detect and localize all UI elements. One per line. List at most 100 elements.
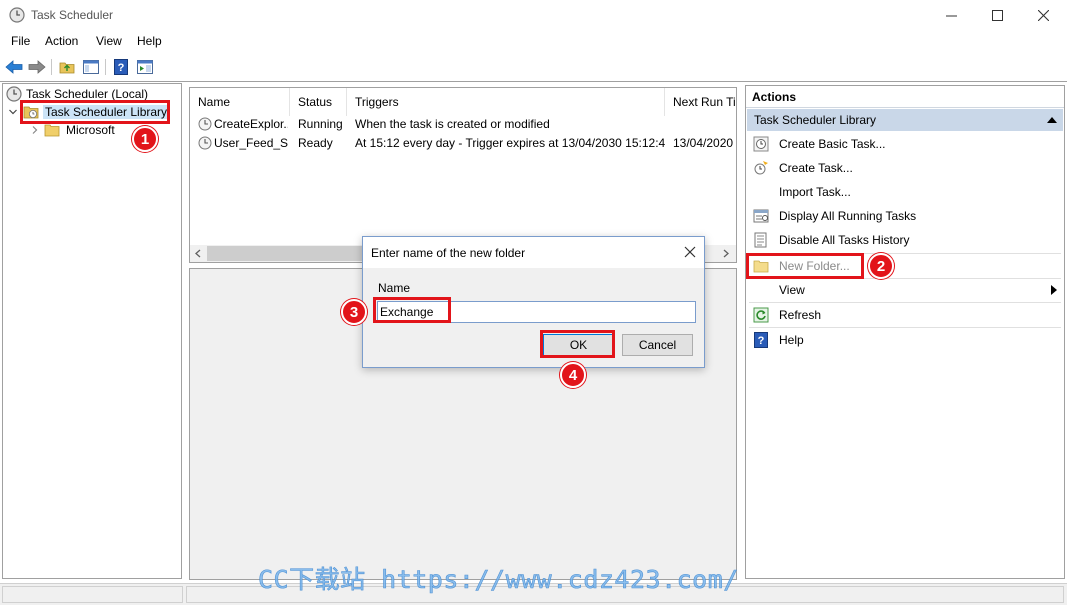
action-view[interactable]: View bbox=[749, 279, 1061, 301]
action-disable-tasks-history[interactable]: Disable All Tasks History bbox=[749, 229, 1061, 251]
help-book-icon: ? bbox=[114, 59, 128, 75]
tree-item-root[interactable]: Task Scheduler (Local) bbox=[6, 85, 148, 103]
toolbar-separator bbox=[51, 59, 52, 75]
forward-arrow-icon bbox=[28, 60, 46, 74]
minimize-button[interactable] bbox=[928, 0, 974, 31]
action-refresh[interactable]: Refresh bbox=[749, 304, 1061, 326]
scroll-right-icon[interactable] bbox=[722, 249, 730, 258]
action-display-running-tasks[interactable]: Display All Running Tasks bbox=[749, 205, 1061, 227]
action-new-folder[interactable]: New Folder... bbox=[749, 255, 1061, 277]
tree-item-library[interactable]: Task Scheduler Library bbox=[8, 103, 170, 121]
tree-label-library: Task Scheduler Library bbox=[43, 105, 170, 119]
name-label: Name bbox=[378, 281, 411, 295]
ok-button[interactable]: OK bbox=[543, 334, 614, 356]
new-folder-icon bbox=[753, 258, 769, 274]
action-help[interactable]: ? Help bbox=[749, 329, 1061, 351]
help-toolbar-button[interactable]: ? bbox=[111, 57, 131, 77]
actions-separator bbox=[749, 327, 1061, 328]
menu-action[interactable]: Action bbox=[45, 34, 78, 48]
submenu-arrow-icon bbox=[1051, 285, 1057, 295]
menu-file[interactable]: File bbox=[11, 34, 30, 48]
refresh-icon bbox=[753, 307, 769, 323]
actions-header: Actions bbox=[746, 86, 1064, 108]
action-label: Disable All Tasks History bbox=[779, 233, 910, 247]
step-badge-2: 2 bbox=[868, 253, 894, 279]
folder-clock-icon bbox=[23, 106, 39, 119]
task-next-run bbox=[673, 115, 736, 133]
watermark-text: CC下载站 https://www.cdz423.com/ bbox=[258, 565, 739, 595]
folder-name-input[interactable] bbox=[377, 301, 696, 323]
step-badge-4: 4 bbox=[560, 362, 586, 388]
task-name: CreateExplor... bbox=[214, 117, 288, 131]
tasks-history-icon bbox=[753, 232, 769, 248]
menu-view[interactable]: View bbox=[96, 34, 122, 48]
collapse-up-icon bbox=[1047, 117, 1057, 123]
actions-pane: Actions Task Scheduler Library Create Ba… bbox=[745, 85, 1065, 579]
action-label: Refresh bbox=[779, 308, 822, 322]
toolbar-separator bbox=[105, 59, 106, 75]
create-basic-task-icon bbox=[753, 136, 769, 152]
help-icon: ? bbox=[753, 332, 769, 348]
action-label: Help bbox=[779, 333, 804, 347]
clock-icon bbox=[9, 7, 25, 23]
console-tree: Task Scheduler (Local) Task Scheduler Li… bbox=[2, 83, 182, 579]
actions-separator bbox=[749, 302, 1061, 303]
task-next-run: 13/04/2020 bbox=[673, 136, 734, 150]
forward-button[interactable] bbox=[27, 57, 47, 77]
window-title: Task Scheduler bbox=[31, 8, 114, 22]
task-status: Ready bbox=[298, 136, 333, 150]
action-create-basic-task[interactable]: Create Basic Task... bbox=[749, 133, 1061, 155]
tree-label-root: Task Scheduler (Local) bbox=[26, 87, 149, 101]
task-trigger: When the task is created or modified bbox=[355, 117, 550, 131]
scroll-left-icon[interactable] bbox=[194, 249, 202, 258]
action-label: Display All Running Tasks bbox=[779, 209, 917, 223]
cancel-button[interactable]: Cancel bbox=[622, 334, 693, 356]
svg-text:?: ? bbox=[758, 335, 765, 347]
action-pane-icon bbox=[137, 60, 153, 74]
tree-item-microsoft[interactable]: Microsoft bbox=[30, 121, 115, 139]
actions-section-header[interactable]: Task Scheduler Library bbox=[747, 109, 1063, 131]
step-badge-1: 1 bbox=[132, 126, 158, 152]
close-button[interactable] bbox=[1020, 0, 1066, 31]
action-label: Import Task... bbox=[779, 185, 851, 199]
task-trigger: At 15:12 every day - Trigger expires at … bbox=[355, 136, 665, 150]
column-header-name[interactable]: Name bbox=[190, 88, 290, 116]
show-hide-tree-button[interactable] bbox=[81, 57, 101, 77]
actions-separator bbox=[749, 253, 1061, 254]
up-folder-button[interactable] bbox=[57, 57, 77, 77]
title-bar: Task Scheduler bbox=[0, 0, 1067, 31]
step-badge-3: 3 bbox=[341, 299, 367, 325]
maximize-button[interactable] bbox=[974, 0, 1020, 31]
close-icon bbox=[1037, 10, 1049, 21]
actions-section-title: Task Scheduler Library bbox=[754, 113, 877, 127]
clock-icon bbox=[6, 86, 22, 102]
dialog-title: Enter name of the new folder bbox=[363, 237, 704, 268]
dialog-close-icon[interactable] bbox=[682, 244, 698, 260]
action-create-task[interactable]: Create Task... bbox=[749, 157, 1061, 179]
task-clock-icon bbox=[198, 136, 212, 150]
toolbar: ? bbox=[0, 54, 1067, 80]
folder-icon bbox=[44, 124, 60, 137]
column-header-status[interactable]: Status bbox=[290, 88, 347, 116]
chevron-down-icon bbox=[9, 109, 17, 115]
console-tree-icon bbox=[83, 60, 99, 74]
action-label: New Folder... bbox=[779, 259, 850, 273]
status-cell bbox=[2, 586, 183, 603]
chevron-right-icon bbox=[32, 126, 38, 134]
task-clock-icon bbox=[198, 117, 212, 131]
action-import-task[interactable]: Import Task... bbox=[749, 181, 1061, 203]
running-tasks-icon bbox=[753, 208, 769, 224]
task-name: User_Feed_S... bbox=[214, 136, 288, 150]
back-button[interactable] bbox=[4, 57, 24, 77]
minimize-icon bbox=[945, 15, 957, 17]
column-header-next-run[interactable]: Next Run Ti bbox=[665, 88, 736, 116]
menu-help[interactable]: Help bbox=[137, 34, 162, 48]
back-arrow-icon bbox=[5, 60, 23, 74]
maximize-icon bbox=[991, 10, 1003, 21]
tree-label-microsoft: Microsoft bbox=[66, 123, 115, 137]
action-label: Create Task... bbox=[779, 161, 853, 175]
new-folder-dialog: Enter name of the new folder Name OK Can… bbox=[362, 236, 705, 368]
show-action-pane-button[interactable] bbox=[135, 57, 155, 77]
column-header-triggers[interactable]: Triggers bbox=[347, 88, 665, 116]
toolbar-divider bbox=[0, 81, 1067, 82]
